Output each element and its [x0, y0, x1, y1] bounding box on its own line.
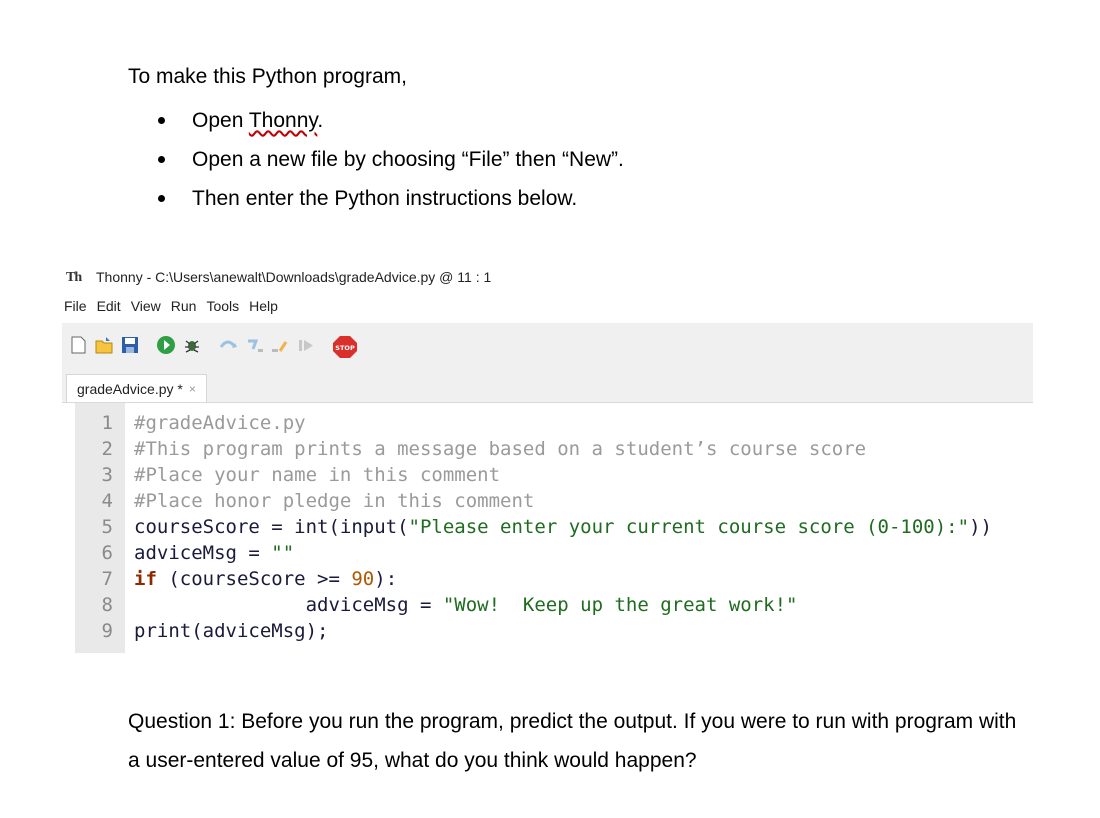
line-number: 6: [101, 542, 113, 564]
line-number: 1: [101, 412, 113, 434]
stop-label: STOP: [335, 344, 355, 352]
instruction-text: Open a new file by choosing “File” then …: [192, 148, 624, 171]
code-editor[interactable]: 1 #gradeAdvice.py 2 #This program prints a…: [62, 402, 1033, 653]
menu-help[interactable]: Help: [247, 298, 286, 322]
stop-icon[interactable]: STOP: [332, 335, 358, 358]
code-number: 90: [351, 568, 375, 590]
open-file-icon[interactable]: [94, 335, 114, 355]
code-text: if (courseScore >= 90):: [134, 566, 397, 592]
close-icon[interactable]: ×: [189, 382, 196, 396]
question-1: Question 1: Before you run the program, …: [128, 710, 1017, 772]
menu-tools[interactable]: Tools: [204, 298, 247, 322]
code-text: #Place honor pledge in this comment: [134, 490, 535, 512]
code-token: adviceMsg =: [134, 594, 443, 616]
instruction-item: Then enter the Python instructions below…: [128, 179, 624, 218]
instruction-item: Open a new file by choosing “File” then …: [128, 140, 624, 179]
title-bar: Th Thonny - C:\Users\anewalt\Downloads\g…: [62, 262, 1033, 292]
instruction-text: .: [317, 109, 324, 132]
code-text: courseScore = int(input("Please enter yo…: [134, 514, 992, 540]
code-token: ):: [374, 568, 398, 590]
new-file-icon[interactable]: [68, 335, 88, 355]
window-title: Thonny - C:\Users\anewalt\Downloads\grad…: [96, 269, 492, 285]
code-keyword: if: [134, 568, 157, 590]
line-number: 4: [101, 490, 113, 512]
code-string: "Please enter your current course score …: [408, 516, 970, 538]
line-number: 9: [101, 620, 113, 642]
thonny-window: Th Thonny - C:\Users\anewalt\Downloads\g…: [62, 262, 1033, 653]
instructions: To make this Python program, Open Thonny…: [128, 62, 624, 218]
debug-icon[interactable]: [182, 335, 202, 355]
menu-view[interactable]: View: [129, 298, 169, 322]
code-token: )): [969, 516, 992, 538]
thonny-word: Thonny: [248, 109, 318, 132]
code-text: adviceMsg = "Wow! Keep up the great work…: [134, 592, 798, 618]
code-string: "": [271, 542, 295, 564]
toolbar: STOP: [62, 323, 1033, 366]
save-icon[interactable]: [120, 335, 140, 355]
code-text: adviceMsg = "": [134, 540, 294, 566]
line-number: 2: [101, 438, 113, 460]
resume-icon[interactable]: [296, 335, 316, 355]
step-into-icon[interactable]: [244, 335, 264, 355]
run-icon[interactable]: [156, 335, 176, 355]
code-token: courseScore = int(input(: [134, 516, 409, 538]
tab-label: gradeAdvice.py *: [77, 381, 183, 397]
menu-edit[interactable]: Edit: [95, 298, 129, 322]
menu-bar: File Edit View Run Tools Help: [62, 298, 286, 322]
intro-lead: To make this Python program,: [128, 65, 407, 88]
code-string: "Wow! Keep up the great work!": [442, 594, 798, 616]
instruction-list: Open Thonny. Open a new file by choosing…: [128, 101, 624, 218]
thonny-logo-icon: Th: [66, 270, 82, 285]
menu-file[interactable]: File: [62, 298, 95, 322]
menu-run[interactable]: Run: [169, 298, 205, 322]
instruction-item: Open Thonny.: [128, 101, 624, 140]
editor-tab-bar: gradeAdvice.py * ×: [62, 366, 1033, 403]
instruction-text: Then enter the Python instructions below…: [192, 187, 578, 210]
code-token: adviceMsg =: [134, 542, 272, 564]
code-text: #Place your name in this comment: [134, 464, 501, 486]
line-number: 8: [101, 594, 113, 616]
tab-gradeadvice[interactable]: gradeAdvice.py * ×: [66, 374, 207, 403]
step-over-icon[interactable]: [218, 335, 238, 355]
code-token: (courseScore >=: [156, 568, 352, 590]
code-text: print(adviceMsg);: [134, 620, 329, 642]
step-out-icon[interactable]: [270, 335, 290, 355]
code-text: #gradeAdvice.py: [134, 412, 306, 434]
instruction-text: Open: [192, 109, 249, 132]
line-number: 3: [101, 464, 113, 486]
line-number: 7: [101, 568, 113, 590]
code-text: #This program prints a message based on …: [134, 438, 867, 460]
line-number: 5: [101, 516, 113, 538]
